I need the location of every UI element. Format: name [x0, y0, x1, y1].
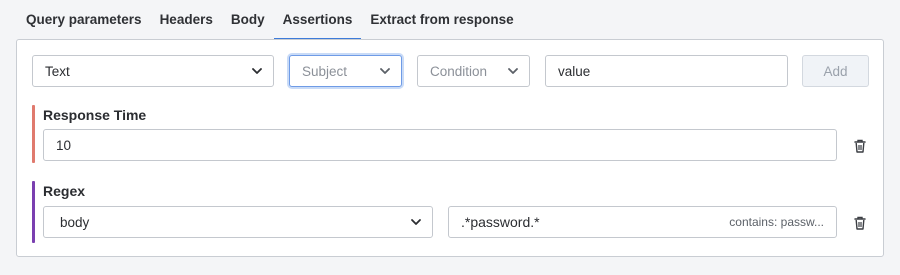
regex-subject-value: body [60, 214, 90, 230]
assertion-color-bar [32, 105, 35, 163]
assertion-color-bar [32, 181, 35, 243]
response-time-value: 10 [56, 137, 72, 153]
chevron-down-icon [411, 219, 421, 225]
type-select-value: Text [45, 63, 70, 79]
tab-headers[interactable]: Headers [151, 0, 222, 40]
chevron-down-icon [380, 68, 390, 74]
subject-select-placeholder: Subject [302, 63, 348, 79]
assertion-title: Regex [43, 183, 86, 199]
condition-select[interactable]: Condition [417, 55, 530, 87]
trash-icon[interactable] [853, 215, 867, 231]
value-input-text: value [558, 63, 591, 79]
tab-extract-from-response[interactable]: Extract from response [361, 0, 522, 40]
regex-pattern-value: .*password.* [461, 214, 540, 230]
condition-select-placeholder: Condition [430, 63, 488, 79]
tab-query-parameters[interactable]: Query parameters [16, 0, 151, 40]
regex-match-hint: contains: passw... [729, 215, 824, 229]
add-button[interactable]: Add [802, 55, 869, 87]
value-input[interactable]: value [545, 55, 788, 87]
response-time-input[interactable]: 10 [43, 129, 837, 161]
trash-icon[interactable] [853, 138, 867, 154]
tab-body[interactable]: Body [222, 0, 274, 40]
assertion-regex: Regex body .*password.* contains: passw.… [32, 181, 870, 243]
regex-subject-select[interactable]: body [43, 206, 433, 238]
chevron-down-icon [252, 68, 262, 74]
subject-select[interactable]: Subject [289, 55, 402, 87]
regex-pattern-input[interactable]: .*password.* contains: passw... [448, 206, 837, 238]
tab-bar: Query parameters Headers Body Assertions… [16, 0, 523, 40]
assertions-panel: Text Subject Condition value Add Respons… [16, 39, 884, 257]
assertion-title: Response Time [43, 107, 147, 123]
chevron-down-icon [508, 68, 518, 74]
assertion-response-time: Response Time 10 [32, 105, 870, 163]
tab-assertions[interactable]: Assertions [273, 0, 362, 40]
type-select[interactable]: Text [32, 55, 274, 87]
